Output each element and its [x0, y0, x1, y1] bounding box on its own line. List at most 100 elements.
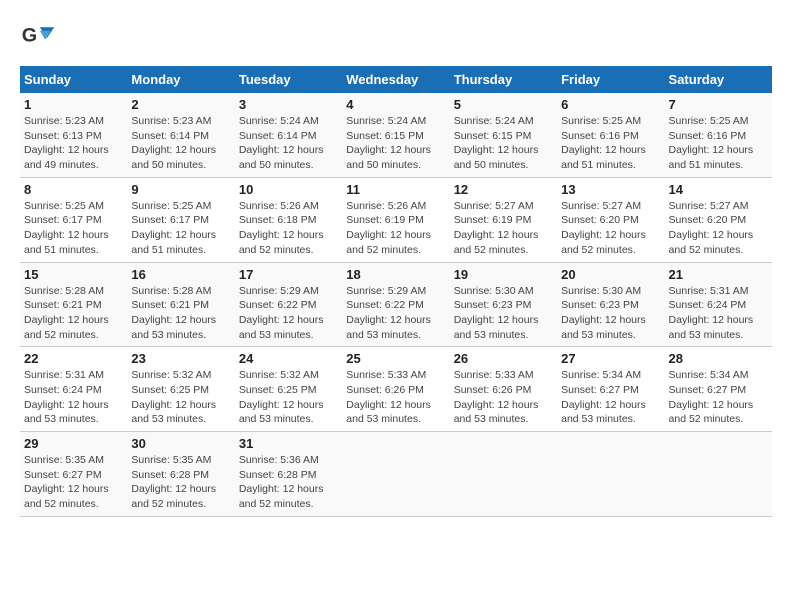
day-info: Sunrise: 5:28 AM Sunset: 6:21 PM Dayligh…	[24, 284, 123, 343]
day-cell: 20 Sunrise: 5:30 AM Sunset: 6:23 PM Dayli…	[557, 262, 664, 347]
day-info: Sunrise: 5:24 AM Sunset: 6:15 PM Dayligh…	[454, 114, 553, 173]
day-number: 10	[239, 182, 338, 197]
day-number: 19	[454, 267, 553, 282]
day-info: Sunrise: 5:23 AM Sunset: 6:14 PM Dayligh…	[131, 114, 230, 173]
day-cell	[450, 432, 557, 517]
day-number: 14	[669, 182, 768, 197]
column-header-sunday: Sunday	[20, 66, 127, 93]
week-row-4: 22 Sunrise: 5:31 AM Sunset: 6:24 PM Dayli…	[20, 347, 772, 432]
day-info: Sunrise: 5:25 AM Sunset: 6:16 PM Dayligh…	[669, 114, 768, 173]
day-info: Sunrise: 5:35 AM Sunset: 6:27 PM Dayligh…	[24, 453, 123, 512]
day-info: Sunrise: 5:29 AM Sunset: 6:22 PM Dayligh…	[239, 284, 338, 343]
day-cell	[665, 432, 772, 517]
day-info: Sunrise: 5:27 AM Sunset: 6:20 PM Dayligh…	[561, 199, 660, 258]
day-number: 11	[346, 182, 445, 197]
day-cell: 21Sunrise: 5:31 AM Sunset: 6:24 PM Dayli…	[665, 262, 772, 347]
week-row-3: 15Sunrise: 5:28 AM Sunset: 6:21 PM Dayli…	[20, 262, 772, 347]
day-info: Sunrise: 5:24 AM Sunset: 6:15 PM Dayligh…	[346, 114, 445, 173]
calendar-header-row: SundayMondayTuesdayWednesdayThursdayFrid…	[20, 66, 772, 93]
day-info: Sunrise: 5:30 AM Sunset: 6:23 PM Dayligh…	[561, 284, 660, 343]
day-cell: 30 Sunrise: 5:35 AM Sunset: 6:28 PM Dayli…	[127, 432, 234, 517]
day-cell: 27Sunrise: 5:34 AM Sunset: 6:27 PM Dayli…	[557, 347, 664, 432]
column-header-saturday: Saturday	[665, 66, 772, 93]
day-cell: 5 Sunrise: 5:24 AM Sunset: 6:15 PM Daylig…	[450, 93, 557, 177]
column-header-monday: Monday	[127, 66, 234, 93]
column-header-tuesday: Tuesday	[235, 66, 342, 93]
day-number: 26	[454, 351, 553, 366]
day-number: 9	[131, 182, 230, 197]
day-cell: 22 Sunrise: 5:31 AM Sunset: 6:24 PM Dayli…	[20, 347, 127, 432]
logo: G	[20, 20, 60, 56]
day-cell	[557, 432, 664, 517]
day-cell: 8 Sunrise: 5:25 AM Sunset: 6:17 PM Daylig…	[20, 177, 127, 262]
day-number: 28	[669, 351, 768, 366]
day-info: Sunrise: 5:26 AM Sunset: 6:19 PM Dayligh…	[346, 199, 445, 258]
day-cell: 15Sunrise: 5:28 AM Sunset: 6:21 PM Dayli…	[20, 262, 127, 347]
day-cell: 2 Sunrise: 5:23 AM Sunset: 6:14 PM Daylig…	[127, 93, 234, 177]
day-cell: 23Sunrise: 5:32 AM Sunset: 6:25 PM Dayli…	[127, 347, 234, 432]
day-cell: 28 Sunrise: 5:34 AM Sunset: 6:27 PM Dayli…	[665, 347, 772, 432]
day-number: 13	[561, 182, 660, 197]
day-number: 17	[239, 267, 338, 282]
day-cell: 4Sunrise: 5:24 AM Sunset: 6:15 PM Daylig…	[342, 93, 449, 177]
column-header-thursday: Thursday	[450, 66, 557, 93]
day-cell: 26Sunrise: 5:33 AM Sunset: 6:26 PM Dayli…	[450, 347, 557, 432]
day-info: Sunrise: 5:31 AM Sunset: 6:24 PM Dayligh…	[24, 368, 123, 427]
day-number: 5	[454, 97, 553, 112]
day-cell: 10 Sunrise: 5:26 AM Sunset: 6:18 PM Dayli…	[235, 177, 342, 262]
day-cell: 25Sunrise: 5:33 AM Sunset: 6:26 PM Dayli…	[342, 347, 449, 432]
day-number: 25	[346, 351, 445, 366]
day-info: Sunrise: 5:27 AM Sunset: 6:19 PM Dayligh…	[454, 199, 553, 258]
day-cell: 29 Sunrise: 5:35 AM Sunset: 6:27 PM Dayli…	[20, 432, 127, 517]
day-cell: 13 Sunrise: 5:27 AM Sunset: 6:20 PM Dayli…	[557, 177, 664, 262]
day-cell: 6Sunrise: 5:25 AM Sunset: 6:16 PM Daylig…	[557, 93, 664, 177]
day-number: 29	[24, 436, 123, 451]
day-number: 12	[454, 182, 553, 197]
day-number: 31	[239, 436, 338, 451]
day-number: 7	[669, 97, 768, 112]
day-info: Sunrise: 5:25 AM Sunset: 6:17 PM Dayligh…	[131, 199, 230, 258]
day-number: 27	[561, 351, 660, 366]
day-info: Sunrise: 5:32 AM Sunset: 6:25 PM Dayligh…	[239, 368, 338, 427]
day-number: 8	[24, 182, 123, 197]
day-cell: 31 Sunrise: 5:36 AM Sunset: 6:28 PM Dayli…	[235, 432, 342, 517]
day-cell: 17 Sunrise: 5:29 AM Sunset: 6:22 PM Dayli…	[235, 262, 342, 347]
week-row-2: 8 Sunrise: 5:25 AM Sunset: 6:17 PM Daylig…	[20, 177, 772, 262]
day-info: Sunrise: 5:26 AM Sunset: 6:18 PM Dayligh…	[239, 199, 338, 258]
day-info: Sunrise: 5:34 AM Sunset: 6:27 PM Dayligh…	[669, 368, 768, 427]
day-cell: 16Sunrise: 5:28 AM Sunset: 6:21 PM Dayli…	[127, 262, 234, 347]
day-number: 20	[561, 267, 660, 282]
day-cell: 9 Sunrise: 5:25 AM Sunset: 6:17 PM Daylig…	[127, 177, 234, 262]
calendar-table: SundayMondayTuesdayWednesdayThursdayFrid…	[20, 66, 772, 517]
day-number: 2	[131, 97, 230, 112]
day-number: 22	[24, 351, 123, 366]
day-info: Sunrise: 5:30 AM Sunset: 6:23 PM Dayligh…	[454, 284, 553, 343]
day-info: Sunrise: 5:32 AM Sunset: 6:25 PM Dayligh…	[131, 368, 230, 427]
day-info: Sunrise: 5:36 AM Sunset: 6:28 PM Dayligh…	[239, 453, 338, 512]
day-cell	[342, 432, 449, 517]
day-cell: 24 Sunrise: 5:32 AM Sunset: 6:25 PM Dayli…	[235, 347, 342, 432]
day-number: 24	[239, 351, 338, 366]
day-cell: 3Sunrise: 5:24 AM Sunset: 6:14 PM Daylig…	[235, 93, 342, 177]
column-header-friday: Friday	[557, 66, 664, 93]
column-header-wednesday: Wednesday	[342, 66, 449, 93]
logo-icon: G	[20, 20, 56, 56]
day-number: 16	[131, 267, 230, 282]
page-header: G	[20, 20, 772, 56]
svg-text:G: G	[22, 25, 37, 47]
day-number: 1	[24, 97, 123, 112]
day-cell: 14 Sunrise: 5:27 AM Sunset: 6:20 PM Dayli…	[665, 177, 772, 262]
day-number: 30	[131, 436, 230, 451]
week-row-5: 29 Sunrise: 5:35 AM Sunset: 6:27 PM Dayli…	[20, 432, 772, 517]
day-cell: 19 Sunrise: 5:30 AM Sunset: 6:23 PM Dayli…	[450, 262, 557, 347]
day-info: Sunrise: 5:25 AM Sunset: 6:17 PM Dayligh…	[24, 199, 123, 258]
day-info: Sunrise: 5:27 AM Sunset: 6:20 PM Dayligh…	[669, 199, 768, 258]
day-info: Sunrise: 5:31 AM Sunset: 6:24 PM Dayligh…	[669, 284, 768, 343]
day-info: Sunrise: 5:29 AM Sunset: 6:22 PM Dayligh…	[346, 284, 445, 343]
day-cell: 12 Sunrise: 5:27 AM Sunset: 6:19 PM Dayli…	[450, 177, 557, 262]
day-cell: 11 Sunrise: 5:26 AM Sunset: 6:19 PM Dayli…	[342, 177, 449, 262]
day-info: Sunrise: 5:25 AM Sunset: 6:16 PM Dayligh…	[561, 114, 660, 173]
day-info: Sunrise: 5:35 AM Sunset: 6:28 PM Dayligh…	[131, 453, 230, 512]
day-cell: 7 Sunrise: 5:25 AM Sunset: 6:16 PM Daylig…	[665, 93, 772, 177]
day-info: Sunrise: 5:23 AM Sunset: 6:13 PM Dayligh…	[24, 114, 123, 173]
